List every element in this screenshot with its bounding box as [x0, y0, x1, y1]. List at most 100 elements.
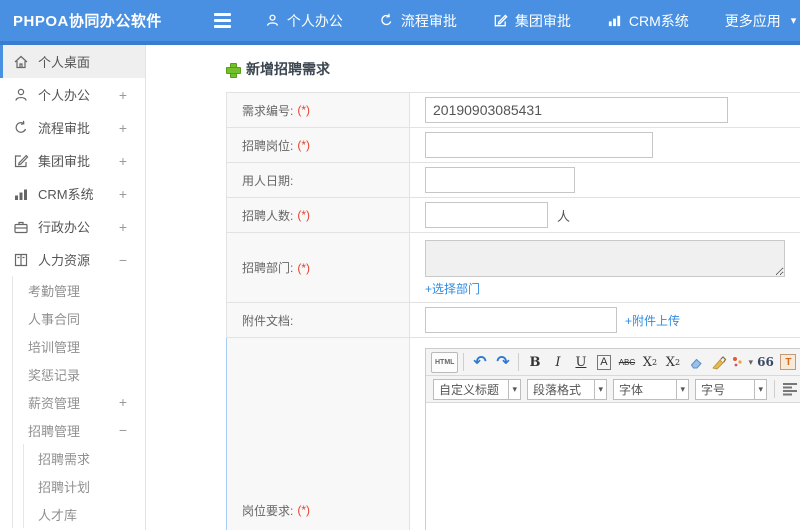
- nav-workflow-approval[interactable]: 流程审批: [379, 11, 457, 31]
- font-family-select[interactable]: 字体 ▾: [613, 378, 689, 400]
- font-size-select[interactable]: 字号 ▾: [695, 378, 767, 400]
- sidebar-item-label: 个人桌面: [38, 55, 91, 70]
- field-label: 岗位要求:: [242, 503, 294, 518]
- toolbar-divider: [463, 353, 465, 371]
- underline-button[interactable]: U: [570, 352, 591, 373]
- sidebar-item-human-resources[interactable]: 人力资源 −: [0, 243, 145, 276]
- nav-more-apps[interactable]: 更多应用: [725, 11, 781, 31]
- italic-button[interactable]: I: [547, 352, 568, 373]
- expand-plus-icon[interactable]: +: [119, 186, 127, 202]
- sidebar-item-label: 考勤管理: [28, 283, 81, 299]
- hr-submenu: 考勤管理 人事合同 培训管理 奖惩记录 薪资管理 + 招聘管理 − 招聘需求 招…: [12, 276, 145, 528]
- flow-approval-icon: [15, 120, 27, 133]
- sidebar-item-label: 人力资源: [38, 253, 91, 268]
- headcount-input[interactable]: [425, 202, 548, 228]
- sidebar-item-label: 人事合同: [28, 311, 81, 327]
- nav-personal-office[interactable]: 个人办公: [265, 11, 343, 31]
- field-label: 招聘人数:: [242, 208, 294, 223]
- expand-plus-icon[interactable]: +: [119, 153, 127, 169]
- select-department-link[interactable]: +选择部门: [425, 280, 480, 297]
- more-apps-caret-icon[interactable]: ▾: [791, 14, 797, 27]
- required-mark: (*): [297, 260, 311, 275]
- sidebar-subitem-rewards[interactable]: 奖惩记录: [13, 360, 145, 388]
- sidebar-item-personal-desktop[interactable]: 个人桌面: [0, 45, 145, 78]
- format-painter-icon[interactable]: ▾: [731, 352, 753, 373]
- attachment-upload-link[interactable]: +附件上传: [625, 312, 680, 329]
- department-textarea[interactable]: [425, 240, 785, 277]
- sidebar-subitem-attendance[interactable]: 考勤管理: [13, 276, 145, 304]
- hire-date-input[interactable]: [425, 167, 575, 193]
- sidebar-item-label: 薪资管理: [28, 395, 81, 411]
- briefcase-icon: [14, 221, 28, 233]
- demand-no-input[interactable]: [425, 97, 728, 123]
- strikethrough-button[interactable]: ABC: [616, 352, 637, 373]
- form-row-hire-date: 用人日期:: [226, 163, 800, 198]
- sidebar-subitem-training[interactable]: 培训管理: [13, 332, 145, 360]
- bar-chart-icon: [15, 189, 27, 200]
- sidebar-item-label: 招聘管理: [28, 423, 81, 439]
- sidebar-item-label: 流程审批: [38, 121, 91, 136]
- editor-toolbar-bottom: 自定义标题 ▾ 段落格式 ▾ 字体 ▾ 字号 ▾: [426, 376, 800, 403]
- sidebar-subitem-talent-pool[interactable]: 人才库: [24, 500, 145, 528]
- sidebar-item-label: 行政办公: [38, 220, 91, 235]
- subscript-button[interactable]: X2: [662, 352, 683, 373]
- html-source-button[interactable]: HTML: [431, 351, 459, 373]
- hamburger-menu-icon[interactable]: [213, 13, 231, 28]
- nav-label: CRM系统: [628, 12, 689, 29]
- add-plus-icon: [226, 62, 241, 78]
- paragraph-format-select[interactable]: 段落格式 ▾: [527, 378, 607, 400]
- eraser-icon[interactable]: [685, 352, 706, 373]
- font-style-button[interactable]: A: [593, 352, 614, 373]
- position-input[interactable]: [425, 132, 653, 158]
- sidebar-subitem-recruit-mgmt[interactable]: 招聘管理 −: [13, 416, 145, 444]
- expand-plus-icon[interactable]: +: [119, 87, 127, 103]
- redo-icon[interactable]: ↷: [492, 352, 513, 373]
- page-title: 新增招聘需求: [246, 61, 330, 77]
- field-label: 附件文档:: [242, 313, 294, 328]
- form-row-headcount: 招聘人数: (*) 人: [226, 198, 800, 233]
- expand-plus-icon[interactable]: +: [119, 120, 127, 136]
- main-content: 新增招聘需求 需求编号: (*) 招聘岗位:: [146, 45, 800, 530]
- paintbrush-icon[interactable]: [708, 352, 729, 373]
- editor-toolbar-top: HTML ↶ ↷ B I U A ABC X2 X 2 ▾ 66 T: [426, 349, 800, 376]
- attachment-input[interactable]: [425, 307, 617, 333]
- editor-content-area[interactable]: [426, 403, 800, 530]
- sidebar: 个人桌面 个人办公 + 流程审批 + 集团审批 + CRM系统 + 行政办公 +…: [0, 45, 146, 530]
- nav-crm-system[interactable]: CRM系统: [607, 11, 689, 31]
- superscript-button[interactable]: X2: [639, 352, 660, 373]
- nav-group-approval[interactable]: 集团审批: [493, 11, 571, 31]
- field-label: 招聘部门:: [242, 261, 294, 275]
- top-nav: 个人办公 流程审批 集团审批 CRM系统 更多应用 ▾: [265, 11, 800, 31]
- home-icon: [14, 55, 28, 68]
- required-mark: (*): [297, 138, 311, 152]
- form-row-department: 招聘部门: (*) +选择部门: [226, 233, 800, 303]
- chevron-down-icon: ▾: [754, 379, 766, 399]
- align-left-icon[interactable]: [780, 379, 800, 400]
- sidebar-subitem-recruit-demand[interactable]: 招聘需求: [24, 444, 145, 472]
- required-mark: (*): [297, 103, 311, 117]
- sidebar-subitem-hr-contract[interactable]: 人事合同: [13, 304, 145, 332]
- paste-text-icon[interactable]: T: [778, 352, 799, 373]
- sidebar-item-workflow-approval[interactable]: 流程审批 +: [0, 111, 145, 144]
- collapse-minus-icon[interactable]: −: [119, 422, 127, 438]
- form-row-position: 招聘岗位: (*): [226, 128, 800, 163]
- sidebar-item-label: 人才库: [38, 507, 78, 523]
- bold-button[interactable]: B: [524, 352, 545, 373]
- sidebar-item-admin-office[interactable]: 行政办公 +: [0, 210, 145, 243]
- custom-heading-select[interactable]: 自定义标题 ▾: [433, 378, 521, 400]
- expand-plus-icon[interactable]: +: [119, 219, 127, 235]
- edit-square-icon: [494, 14, 508, 27]
- sidebar-subitem-salary[interactable]: 薪资管理 +: [13, 388, 145, 416]
- flow-approval-icon: [381, 13, 392, 26]
- expand-plus-icon[interactable]: +: [119, 394, 127, 410]
- sidebar-item-group-approval[interactable]: 集团审批 +: [0, 144, 145, 177]
- sidebar-item-crm-system[interactable]: CRM系统 +: [0, 177, 145, 210]
- sidebar-item-personal-office[interactable]: 个人办公 +: [0, 78, 145, 111]
- blockquote-button[interactable]: 66: [755, 352, 776, 373]
- field-label: 招聘岗位:: [242, 138, 294, 153]
- nav-label: 流程审批: [400, 12, 457, 29]
- recruit-demand-form: 需求编号: (*) 招聘岗位: (*): [226, 92, 800, 530]
- collapse-minus-icon[interactable]: −: [119, 252, 127, 268]
- sidebar-subitem-recruit-plan[interactable]: 招聘计划: [24, 472, 145, 500]
- undo-icon[interactable]: ↶: [469, 352, 490, 373]
